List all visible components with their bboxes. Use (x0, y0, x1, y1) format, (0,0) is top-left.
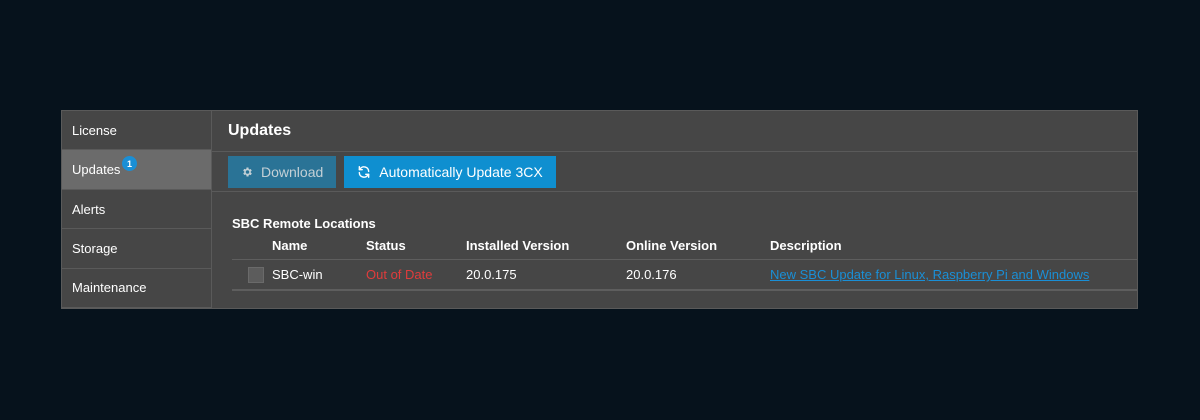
auto-update-button[interactable]: Automatically Update 3CX (344, 155, 556, 188)
sidebar-item-label: Storage (72, 240, 118, 256)
section-title: SBC Remote Locations (232, 216, 376, 231)
column-header-installed-version[interactable]: Installed Version (466, 237, 626, 260)
sidebar-item-updates[interactable]: Updates 1 (62, 150, 211, 190)
toolbar: Download Automatically Update 3CX (212, 152, 1137, 192)
row-online-version: 20.0.176 (626, 259, 770, 291)
sbc-table: Name Status Installed Version Online Ver… (232, 237, 1137, 291)
sidebar-item-label: Updates (72, 162, 121, 178)
row-checkbox[interactable] (248, 266, 264, 283)
sidebar-item-label: Alerts (72, 201, 106, 217)
download-label: Download (261, 163, 324, 180)
table-row[interactable]: SBC-win Out of Date 20.0.175 20.0.176 Ne… (232, 259, 1137, 291)
page-title: Updates (228, 122, 292, 139)
column-header-description[interactable]: Description (770, 237, 1137, 260)
row-name: SBC-win (272, 259, 366, 291)
row-description-cell: New SBC Update for Linux, Raspberry Pi a… (770, 259, 1137, 291)
select-column-header (232, 237, 272, 260)
description-link[interactable]: New SBC Update for Linux, Raspberry Pi a… (770, 267, 1089, 282)
column-header-name[interactable]: Name (272, 237, 366, 260)
download-button[interactable]: Download (228, 155, 337, 188)
main-panel: Updates Download Automatically Update 3C… (212, 111, 1137, 308)
sidebar-item-license[interactable]: License (62, 111, 211, 151)
row-status: Out of Date (366, 259, 466, 291)
column-header-status[interactable]: Status (366, 237, 466, 260)
table-header-row: Name Status Installed Version Online Ver… (232, 237, 1137, 260)
page-header: Updates (212, 111, 1137, 152)
auto-update-label: Automatically Update 3CX (379, 163, 543, 180)
sidebar-item-maintenance[interactable]: Maintenance (62, 269, 211, 309)
sidebar-item-label: License (72, 122, 117, 138)
sidebar-item-label: Maintenance (72, 280, 147, 296)
content-area: SBC Remote Locations Name Status Install… (212, 192, 1137, 291)
updates-count-badge: 1 (122, 156, 137, 172)
column-header-online-version[interactable]: Online Version (626, 237, 770, 260)
updates-window: License Updates 1 Alerts Storage Mainten… (61, 110, 1138, 309)
sidebar: License Updates 1 Alerts Storage Mainten… (62, 111, 212, 309)
row-select-cell (232, 259, 272, 291)
row-installed-version: 20.0.175 (466, 259, 626, 291)
sidebar-item-storage[interactable]: Storage (62, 229, 211, 269)
refresh-icon (357, 165, 371, 179)
sidebar-item-alerts[interactable]: Alerts (62, 190, 211, 230)
gear-icon (241, 166, 253, 178)
